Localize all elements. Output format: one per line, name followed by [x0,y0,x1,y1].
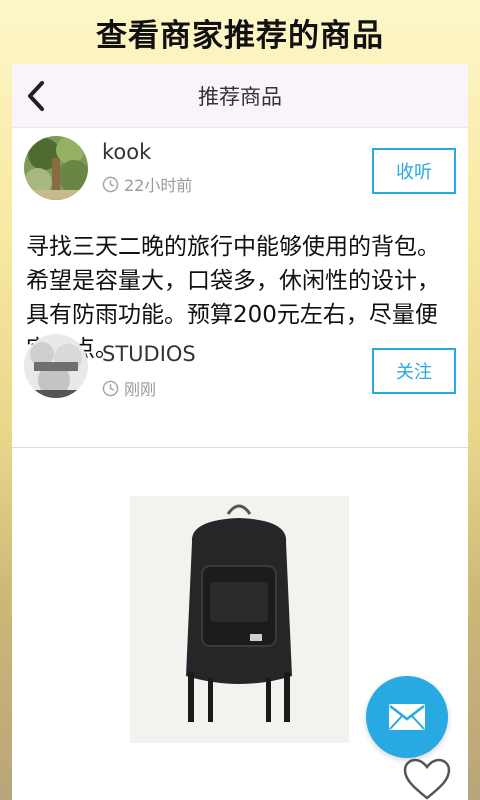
top-nav-bar: 推荐商品 [12,64,468,128]
avatar[interactable] [24,334,88,398]
product-image[interactable] [130,496,349,743]
promo-banner: 查看商家推荐的商品 [0,0,480,64]
request-post: kook 22小时前 收听 寻找三天二晚的旅行中能够使用的背包。希望是容量大，口… [12,128,468,448]
post-time: 刚刚 [102,376,156,400]
back-button[interactable] [20,78,52,114]
message-button[interactable] [366,676,448,758]
user-name[interactable]: kook [102,140,151,164]
app-screen: 推荐商品 kook 22小时前 收听 寻找三天二晚的旅行中能够使用的背包。希望是… [12,64,468,800]
post-body: 寻找三天二晚的旅行中能够使用的背包。希望是容量大，口袋多，休闲性的设计，具有防雨… [26,234,440,362]
page-title: 推荐商品 [198,84,282,109]
clock-icon [102,176,119,192]
post-time: 22小时前 [102,172,192,196]
backpack-image [130,496,349,743]
avatar-image [24,334,88,398]
avatar-image [24,136,88,200]
clock-icon [102,380,119,396]
heart-outline-icon [403,758,451,800]
mail-icon [389,704,425,730]
banner-title: 查看商家推荐的商品 [96,17,384,54]
listen-button[interactable]: 收听 [372,148,456,194]
follow-button[interactable]: 关注 [372,348,456,394]
like-button[interactable] [402,758,452,800]
store-name[interactable]: STUDIOS [102,342,196,366]
back-chevron-icon [28,81,44,111]
avatar[interactable] [24,136,88,200]
time-label: 22小时前 [124,176,193,195]
time-label: 刚刚 [124,380,157,399]
